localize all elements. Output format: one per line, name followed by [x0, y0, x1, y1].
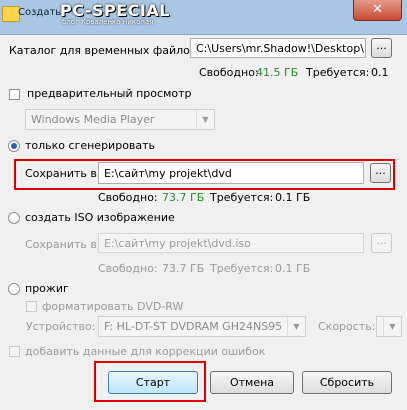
reset-button[interactable]: Сбросить	[302, 371, 392, 394]
preview-checkbox[interactable]	[9, 89, 20, 100]
close-icon: ✕	[372, 2, 383, 17]
burn-label: прожиг	[25, 282, 69, 295]
save-required-value: 0.1 ГБ	[275, 191, 311, 204]
speed-select[interactable]: ▼	[376, 316, 402, 337]
temp-dir-required-value: 0.1	[371, 66, 389, 79]
iso-free-label: Свободно:	[98, 262, 158, 275]
player-select-value: Windows Media Player	[31, 113, 155, 126]
temp-dir-input[interactable]: C:\Users\mr.Shadow!\Desktop\	[190, 38, 366, 58]
iso-browse-button[interactable]: ...	[371, 233, 392, 253]
generate-only-radio[interactable]	[8, 140, 20, 152]
iso-path-input[interactable]: E:\сайт\my projekt\dvd.iso	[98, 233, 364, 253]
save-free-value: 73.7 ГБ	[162, 191, 205, 204]
save-browse-button[interactable]: ...	[370, 163, 391, 183]
temp-dir-free-label: Свободно:	[199, 66, 259, 79]
burn-radio[interactable]	[8, 283, 20, 295]
chevron-down-icon: ▼	[287, 317, 305, 336]
device-label: Устройство:	[26, 320, 96, 333]
iso-radio[interactable]	[8, 212, 20, 224]
title-bar: Создать PC-SPECIAL блог Коваленко никола…	[0, 0, 407, 35]
save-free-label: Свободно:	[98, 191, 158, 204]
ecc-label: добавить данные для коррекции ошибок	[25, 345, 266, 358]
generate-only-label: только сгенерировать	[25, 139, 156, 152]
chevron-down-icon: ▼	[383, 317, 401, 336]
save-path-input[interactable]: E:\сайт\my projekt\dvd	[98, 162, 364, 184]
device-select[interactable]: F: HL-DT-ST DVDRAM GH24NS95 ▼	[98, 316, 306, 337]
iso-label: создать ISO изображение	[25, 211, 175, 224]
device-select-value: F: HL-DT-ST DVDRAM GH24NS95	[104, 320, 283, 333]
start-button[interactable]: Старт	[108, 371, 198, 394]
iso-required-value: 0.1 ГБ	[275, 262, 311, 275]
ecc-checkbox[interactable]	[9, 346, 20, 357]
temp-dir-browse-button[interactable]: ...	[371, 38, 392, 58]
iso-free-value: 73.7 ГБ	[162, 262, 205, 275]
format-dvd-checkbox[interactable]	[26, 301, 37, 312]
chevron-down-icon: ▼	[196, 110, 214, 129]
iso-required-label: Требуется:	[210, 262, 274, 275]
speed-label: Скорость:	[318, 320, 376, 333]
format-dvd-label: форматировать DVD-RW	[42, 300, 184, 313]
save-required-label: Требуется:	[210, 191, 274, 204]
iso-save-label: Сохранить в:	[25, 238, 101, 251]
temp-dir-label: Каталог для временных файлов:	[9, 44, 201, 57]
temp-dir-free-value: 41.5 ГБ	[256, 66, 299, 79]
close-button[interactable]: ✕	[353, 0, 402, 21]
preview-label: предварительный просмотр	[27, 87, 192, 100]
player-select[interactable]: Windows Media Player ▼	[25, 109, 215, 130]
cancel-button[interactable]: Отмена	[210, 371, 294, 394]
watermark-subtitle: блог Коваленко николая	[62, 18, 154, 26]
save-label: Сохранить в:	[25, 167, 101, 180]
temp-dir-required-label: Требуется:	[306, 66, 370, 79]
window-title: Создать	[18, 7, 62, 18]
